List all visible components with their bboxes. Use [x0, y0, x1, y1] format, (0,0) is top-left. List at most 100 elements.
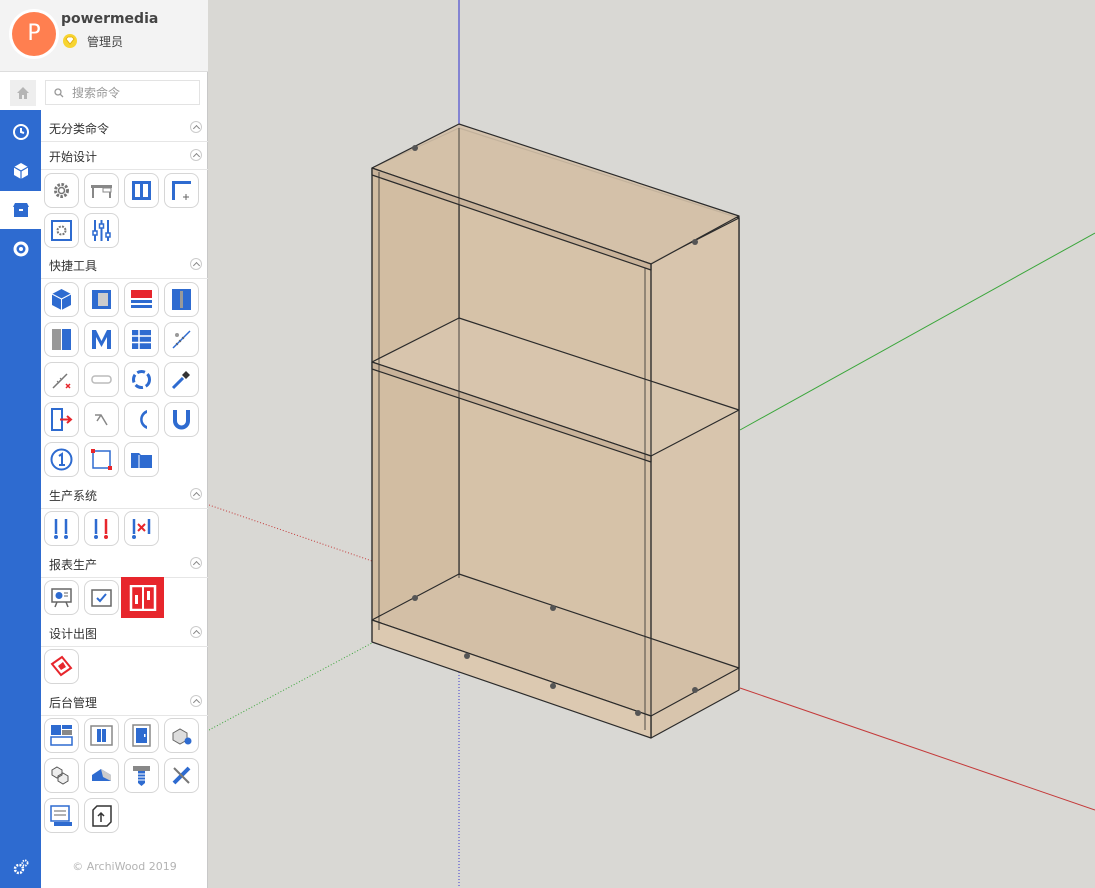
- search-icon: [54, 88, 64, 98]
- tool-u-panel[interactable]: [164, 402, 199, 437]
- section-start-design[interactable]: 开始设计: [41, 142, 208, 170]
- tool-admin-layout[interactable]: [44, 718, 79, 753]
- tool-insert-panel[interactable]: [44, 402, 79, 437]
- tool-admin-door[interactable]: [124, 718, 159, 753]
- tool-production-3[interactable]: [124, 511, 159, 546]
- top-panel-icon: [131, 290, 152, 308]
- tool-folder[interactable]: [124, 442, 159, 477]
- section-label: 快捷工具: [49, 259, 98, 273]
- tool-admin-upload[interactable]: [84, 798, 119, 833]
- section-label: 后台管理: [49, 696, 98, 710]
- tool-arc-panel[interactable]: [124, 402, 159, 437]
- tool-sliders[interactable]: [84, 213, 119, 248]
- chevron-up-icon[interactable]: [190, 121, 202, 133]
- connector-dot: [412, 595, 418, 601]
- section-label: 报表生产: [49, 558, 98, 572]
- tool-admin-parts[interactable]: [164, 718, 199, 753]
- axis-green-hidden: [209, 642, 373, 731]
- commands-button[interactable]: [0, 191, 41, 229]
- section-reports[interactable]: 报表生产: [41, 550, 208, 578]
- 3d-viewport[interactable]: [209, 0, 1095, 888]
- upload-box-icon: [92, 805, 112, 827]
- tool-frame[interactable]: [124, 173, 159, 208]
- model-button[interactable]: [0, 152, 41, 190]
- tool-admin-list[interactable]: [44, 798, 79, 833]
- tool-number[interactable]: [44, 442, 79, 477]
- tool-link[interactable]: [84, 362, 119, 397]
- tool-board-settings[interactable]: [44, 213, 79, 248]
- tool-drawing[interactable]: [44, 649, 79, 684]
- tool-eyedropper[interactable]: [164, 362, 199, 397]
- settings-button[interactable]: [0, 848, 41, 886]
- outline-icon: [91, 449, 112, 470]
- section-production[interactable]: 生产系统: [41, 481, 208, 509]
- section-uncategorized[interactable]: 无分类命令: [41, 114, 208, 142]
- door-frame-icon: [132, 724, 151, 747]
- arc-icon: [140, 410, 147, 429]
- board-gear-icon: [51, 220, 72, 241]
- tool-top-panel[interactable]: [124, 282, 159, 317]
- tool-outline[interactable]: [84, 442, 119, 477]
- tool-admin-edge[interactable]: [84, 758, 119, 793]
- tool-measure[interactable]: [164, 322, 199, 357]
- tool-settings[interactable]: [44, 173, 79, 208]
- axis-red: [739, 687, 1095, 811]
- cube-icon: [13, 163, 28, 179]
- chevron-up-icon[interactable]: [190, 258, 202, 270]
- drill-x-icon: [132, 519, 151, 539]
- tool-measure-remove[interactable]: [44, 362, 79, 397]
- box-icon: [12, 203, 29, 217]
- tool-admin-columns[interactable]: [84, 718, 119, 753]
- cabinet-model[interactable]: [371, 123, 740, 739]
- tool-admin-blocks[interactable]: [44, 758, 79, 793]
- drill-icon: [54, 519, 68, 539]
- tool-flip[interactable]: [84, 402, 119, 437]
- folder-icon: [131, 453, 152, 468]
- user-role: 管理员: [87, 35, 124, 49]
- tool-box[interactable]: [44, 282, 79, 317]
- home-button[interactable]: [10, 80, 36, 106]
- tool-report-export[interactable]: [121, 577, 164, 618]
- tool-admin-tools[interactable]: [164, 758, 199, 793]
- tool-desk[interactable]: [84, 173, 119, 208]
- tool-corner[interactable]: [164, 173, 199, 208]
- parts-icon: [172, 728, 192, 745]
- flip-icon: [95, 414, 108, 426]
- section-drawings[interactable]: 设计出图: [41, 619, 208, 647]
- gear-icon: [54, 183, 69, 198]
- diamond-icon: [63, 34, 77, 48]
- left-nav: [0, 110, 41, 888]
- chevron-up-icon[interactable]: [190, 557, 202, 569]
- tool-grid-panel[interactable]: [124, 322, 159, 357]
- tool-door[interactable]: [164, 282, 199, 317]
- tool-report-chart[interactable]: [44, 580, 79, 615]
- tool-side-panel[interactable]: [84, 282, 119, 317]
- section-admin[interactable]: 后台管理: [41, 688, 208, 716]
- settings-icon: [13, 859, 28, 875]
- sync-button[interactable]: [0, 230, 41, 268]
- axis-green: [739, 232, 1095, 431]
- username: powermedia: [61, 11, 159, 27]
- side-panel-icon: [92, 290, 111, 309]
- chevron-up-icon[interactable]: [190, 149, 202, 161]
- section-label: 无分类命令: [49, 122, 110, 136]
- tool-split-door[interactable]: [44, 322, 79, 357]
- rotate-icon: [132, 370, 151, 389]
- chevron-up-icon[interactable]: [190, 626, 202, 638]
- section-quick-tools[interactable]: 快捷工具: [41, 251, 208, 279]
- grid-panel-icon: [132, 330, 151, 349]
- chevron-up-icon[interactable]: [190, 695, 202, 707]
- insert-panel-icon: [51, 408, 73, 431]
- tool-m-panel[interactable]: [84, 322, 119, 357]
- tool-production-2[interactable]: [84, 511, 119, 546]
- connector-dot: [464, 653, 470, 659]
- chevron-up-icon[interactable]: [190, 488, 202, 500]
- search-input[interactable]: [72, 83, 196, 102]
- tool-rotate[interactable]: [124, 362, 159, 397]
- recent-button[interactable]: [0, 113, 41, 151]
- link-icon: [91, 375, 112, 384]
- avatar[interactable]: P: [12, 12, 56, 56]
- tool-production-1[interactable]: [44, 511, 79, 546]
- tool-report-check[interactable]: [84, 580, 119, 615]
- tool-admin-hardware[interactable]: [124, 758, 159, 793]
